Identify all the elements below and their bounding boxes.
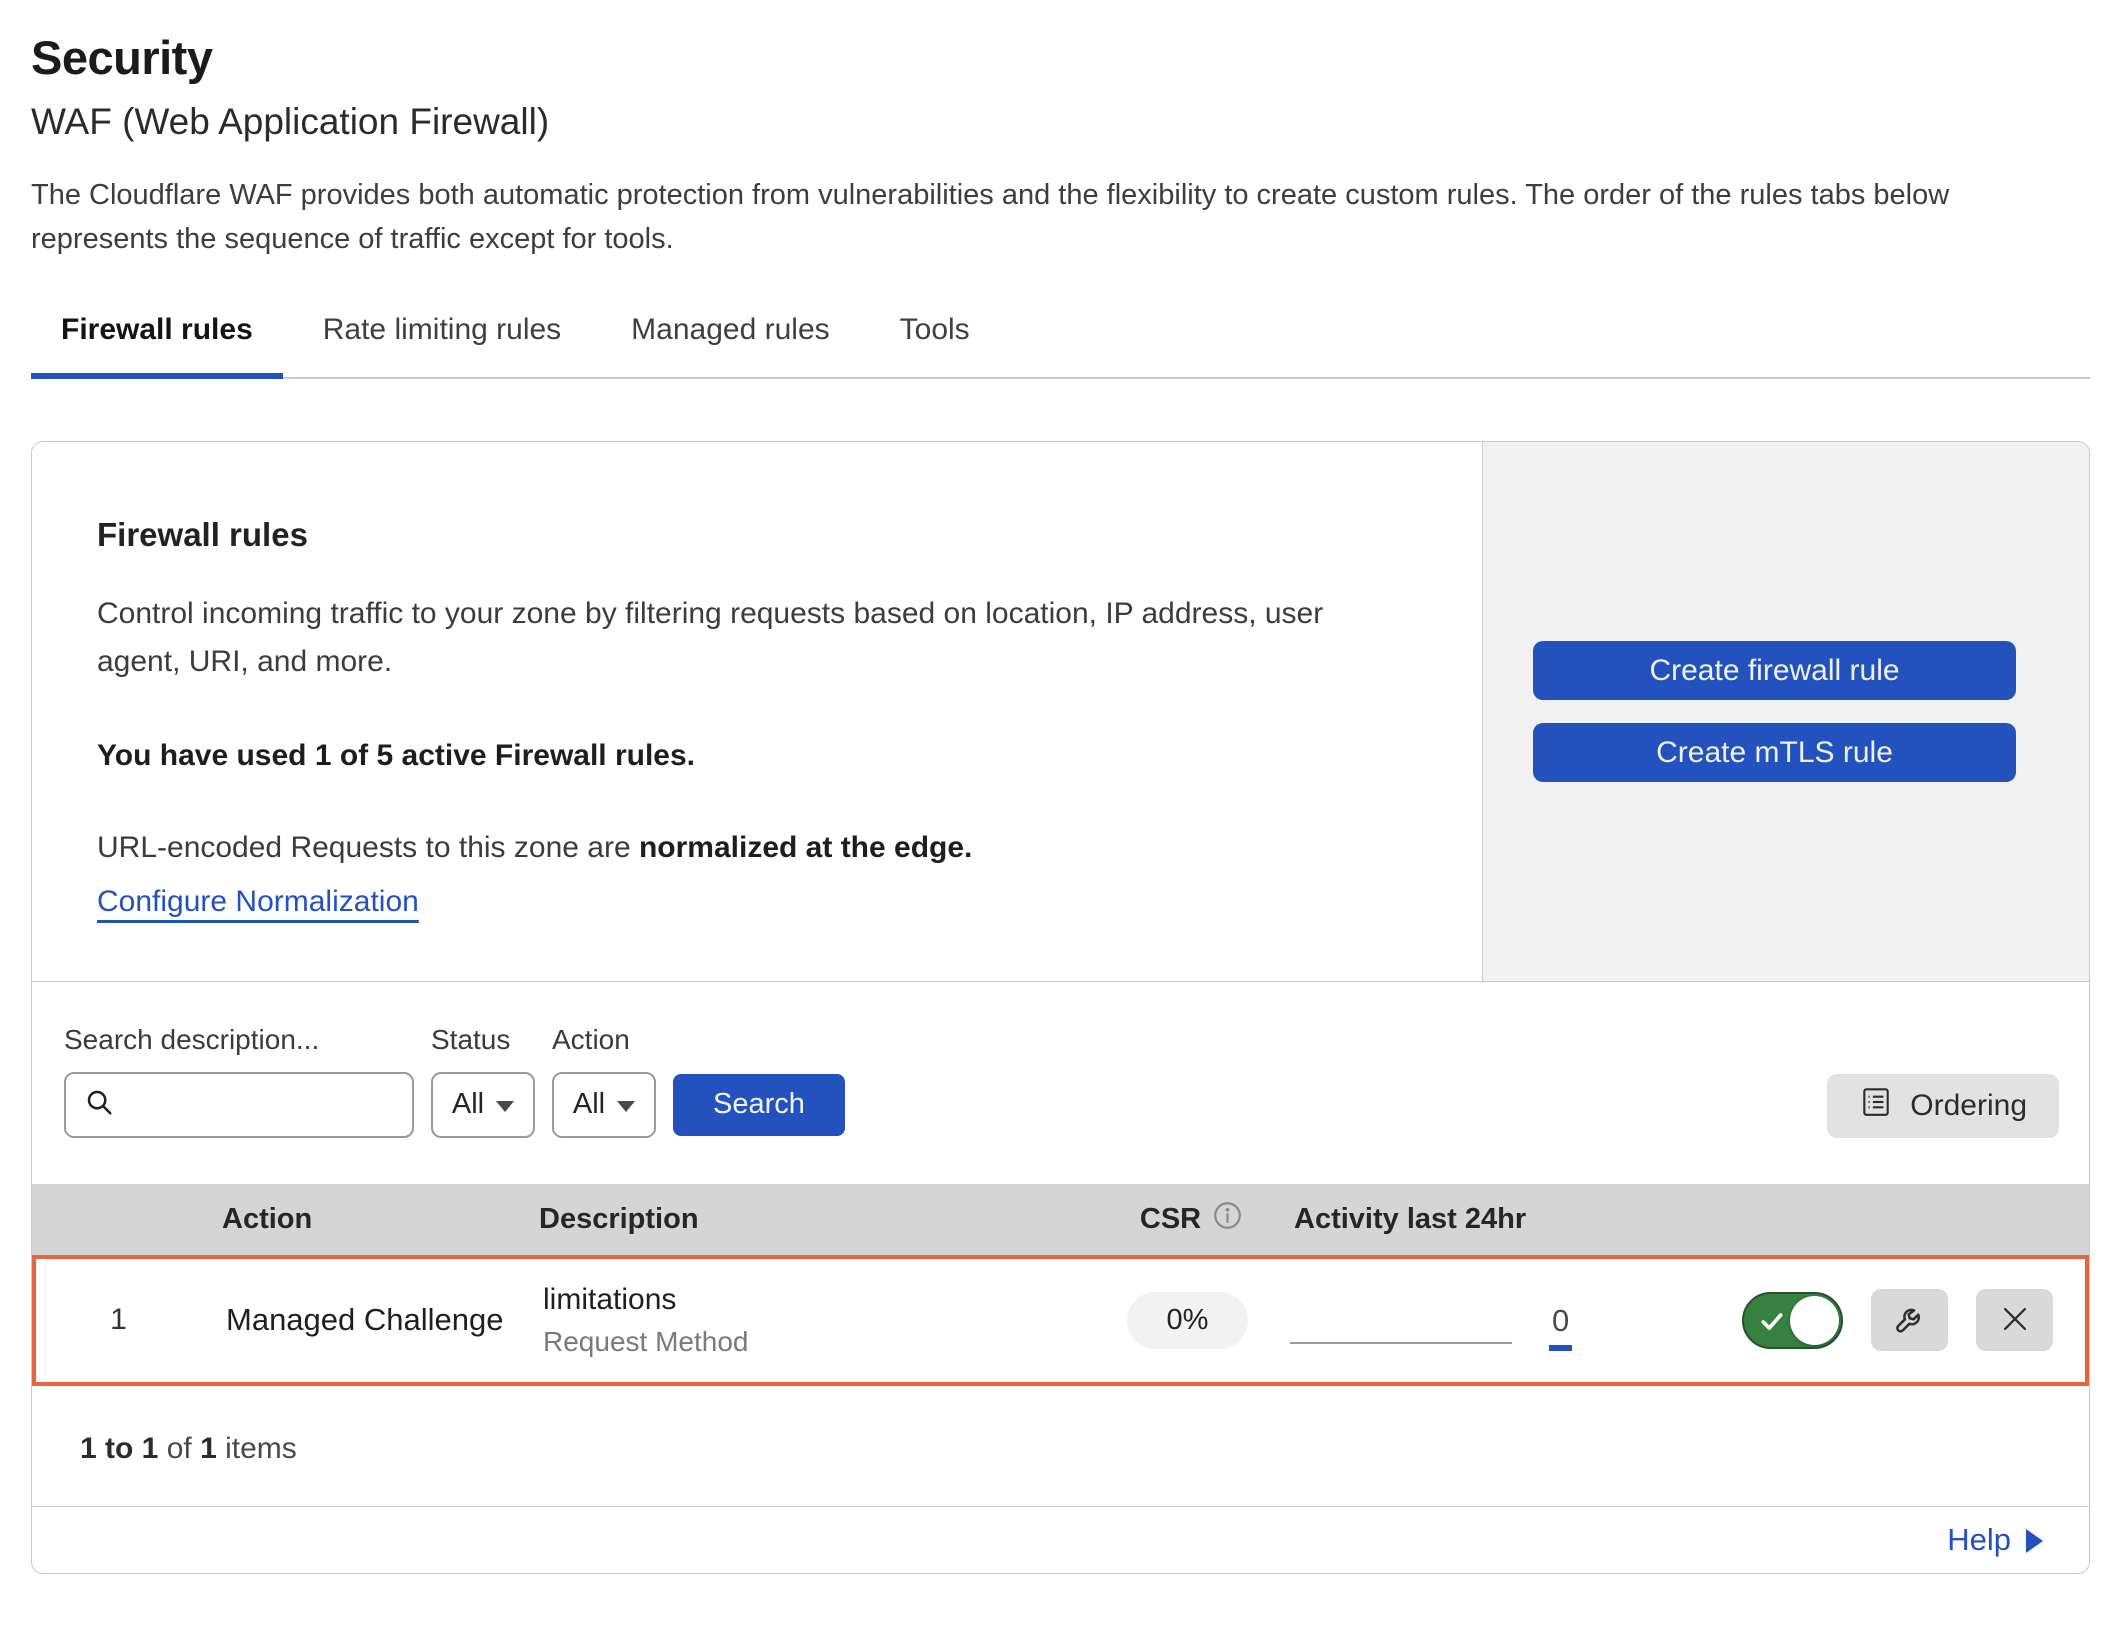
rule-csr-cell: 0% <box>1085 1292 1290 1349</box>
search-icon <box>84 1087 114 1122</box>
header-csr-label: CSR <box>1140 1203 1201 1236</box>
header-action: Action <box>197 1203 527 1236</box>
ordering-button-label: Ordering <box>1910 1089 2027 1123</box>
tab-rate-limiting-rules[interactable]: Rate limiting rules <box>293 313 591 379</box>
action-label: Action <box>552 1024 656 1056</box>
usage-summary: You have used 1 of 5 active Firewall rul… <box>97 739 1422 773</box>
rule-description: limitations <box>543 1283 1085 1317</box>
rule-action: Managed Challenge <box>201 1302 531 1338</box>
security-waf-page: Security WAF (Web Application Firewall) … <box>0 0 2114 1574</box>
checkmark-icon <box>1758 1308 1786 1339</box>
filter-toolbar: Search description... Status All <box>32 982 2089 1184</box>
panel-heading: Firewall rules <box>97 516 1422 554</box>
action-dropdown-value: All <box>573 1088 605 1121</box>
search-field[interactable] <box>64 1072 414 1138</box>
waf-tab-bar: Firewall rules Rate limiting rules Manag… <box>31 313 2090 379</box>
page-subtitle: WAF (Web Application Firewall) <box>31 101 2090 143</box>
create-actions-panel: Create firewall rule Create mTLS rule <box>1482 442 2089 981</box>
rule-description-cell: limitations Request Method <box>531 1283 1085 1358</box>
card-top-section: Firewall rules Control incoming traffic … <box>32 442 2089 982</box>
csr-badge: 0% <box>1127 1292 1249 1349</box>
toggle-knob <box>1790 1296 1839 1345</box>
firewall-rules-card: Firewall rules Control incoming traffic … <box>31 441 2090 1574</box>
edit-rule-button[interactable] <box>1871 1289 1948 1351</box>
header-csr: CSR <box>1089 1200 1294 1239</box>
create-firewall-rule-button[interactable]: Create firewall rule <box>1533 641 2016 700</box>
header-activity: Activity last 24hr <box>1294 1203 1654 1236</box>
rules-table-header: Action Description CSR Activity last 24h… <box>32 1184 2089 1255</box>
search-group: Search description... <box>64 1024 414 1138</box>
info-icon[interactable] <box>1212 1200 1243 1239</box>
activity-count-link[interactable]: 0 <box>1549 1303 1572 1351</box>
header-description: Description <box>527 1203 1089 1236</box>
firewall-rule-row[interactable]: 1 Managed Challenge limitations Request … <box>32 1255 2089 1386</box>
search-label: Search description... <box>64 1024 414 1056</box>
normalization-note-text: URL-encoded Requests to this zone are <box>97 831 639 864</box>
ordering-list-icon <box>1859 1085 1893 1127</box>
rule-priority: 1 <box>36 1303 201 1337</box>
page-description: The Cloudflare WAF provides both automat… <box>31 173 2083 261</box>
activity-sparkline <box>1290 1342 1512 1344</box>
wrench-icon <box>1892 1301 1928 1340</box>
page-title: Security <box>31 30 2090 85</box>
help-link-label: Help <box>1947 1522 2011 1558</box>
normalization-note: URL-encoded Requests to this zone are no… <box>97 831 1422 865</box>
pagination-of: of <box>167 1432 192 1465</box>
tab-firewall-rules[interactable]: Firewall rules <box>31 313 283 379</box>
status-dropdown-value: All <box>452 1088 484 1121</box>
chevron-down-icon <box>496 1101 514 1112</box>
chevron-down-icon <box>617 1101 635 1112</box>
pagination-total: 1 <box>200 1432 217 1465</box>
search-button[interactable]: Search <box>673 1074 845 1136</box>
rule-controls <box>1650 1289 2085 1351</box>
tab-managed-rules[interactable]: Managed rules <box>601 313 859 379</box>
configure-normalization-link[interactable]: Configure Normalization <box>97 885 419 919</box>
create-mtls-rule-button[interactable]: Create mTLS rule <box>1533 723 2016 782</box>
pagination-summary: 1 to 1 of 1 items <box>32 1386 2089 1506</box>
status-filter-group: Status All <box>431 1024 535 1138</box>
pagination-range: 1 to 1 <box>80 1432 158 1465</box>
status-label: Status <box>431 1024 535 1056</box>
normalization-note-bold: normalized at the edge. <box>639 831 972 864</box>
status-dropdown[interactable]: All <box>431 1072 535 1138</box>
tab-tools[interactable]: Tools <box>870 313 1000 379</box>
delete-rule-button[interactable] <box>1976 1289 2053 1351</box>
rule-activity-cell: 0 <box>1290 1289 1650 1351</box>
action-filter-group: Action All <box>552 1024 656 1138</box>
search-input[interactable] <box>126 1088 412 1121</box>
pagination-items: items <box>225 1432 297 1465</box>
firewall-rules-info: Firewall rules Control incoming traffic … <box>32 442 1482 981</box>
ordering-button[interactable]: Ordering <box>1827 1074 2059 1138</box>
help-link[interactable]: Help <box>1947 1522 2043 1558</box>
help-footer: Help <box>32 1506 2089 1573</box>
panel-description: Control incoming traffic to your zone by… <box>97 590 1407 685</box>
close-icon <box>1998 1302 2032 1339</box>
help-arrow-icon <box>2026 1529 2043 1553</box>
rule-expression: Request Method <box>543 1326 1085 1358</box>
rule-enabled-toggle[interactable] <box>1742 1292 1843 1349</box>
action-dropdown[interactable]: All <box>552 1072 656 1138</box>
